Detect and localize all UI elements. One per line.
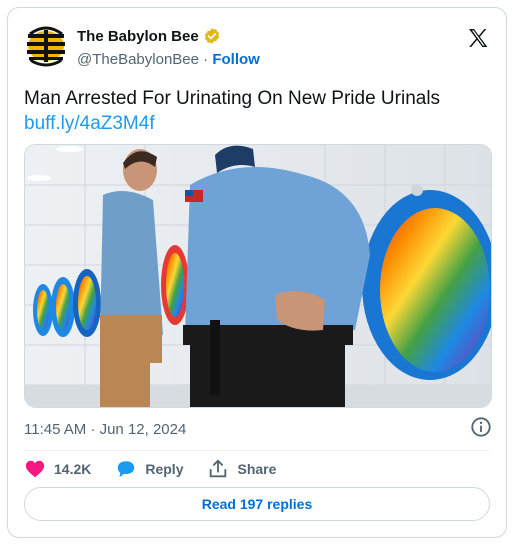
tweet-actions: 14.2K Reply Share bbox=[24, 455, 276, 483]
reply-label: Reply bbox=[145, 461, 184, 477]
verified-badge-icon bbox=[203, 27, 221, 45]
like-count: 14.2K bbox=[54, 461, 92, 477]
reply-action[interactable]: Reply bbox=[115, 458, 183, 480]
x-logo-icon[interactable] bbox=[466, 26, 490, 50]
author-name-row: The Babylon Bee bbox=[77, 27, 221, 45]
reply-bubble-icon bbox=[115, 458, 137, 480]
author-handle[interactable]: @TheBabylonBee bbox=[77, 51, 199, 68]
babylon-bee-logo-icon[interactable] bbox=[24, 24, 68, 68]
info-icon[interactable] bbox=[470, 416, 492, 438]
tweet-header: The Babylon Bee @TheBabylonBee · Follow bbox=[24, 24, 490, 72]
divider bbox=[24, 450, 490, 451]
author-name[interactable]: The Babylon Bee bbox=[77, 28, 199, 45]
share-icon bbox=[207, 458, 229, 480]
heart-icon bbox=[24, 458, 46, 480]
tweet-headline: Man Arrested For Urinating On New Pride … bbox=[24, 88, 441, 109]
share-action[interactable]: Share bbox=[207, 458, 276, 480]
follow-button[interactable]: Follow bbox=[212, 51, 260, 68]
tweet-link[interactable]: buff.ly/4aZ3M4f bbox=[24, 111, 494, 136]
share-label: Share bbox=[237, 461, 277, 477]
tweet-image[interactable] bbox=[24, 144, 492, 408]
author-handle-row: @TheBabylonBee · Follow bbox=[77, 51, 260, 68]
handle-separator: · bbox=[203, 51, 209, 68]
tweet-text: Man Arrested For Urinating On New Pride … bbox=[24, 86, 494, 136]
tweet-card: The Babylon Bee @TheBabylonBee · Follow … bbox=[7, 7, 507, 538]
like-action[interactable]: 14.2K bbox=[24, 458, 91, 480]
read-replies-button[interactable]: Read 197 replies bbox=[24, 487, 490, 521]
tweet-timestamp[interactable]: 11:45 AM · Jun 12, 2024 bbox=[24, 421, 186, 438]
